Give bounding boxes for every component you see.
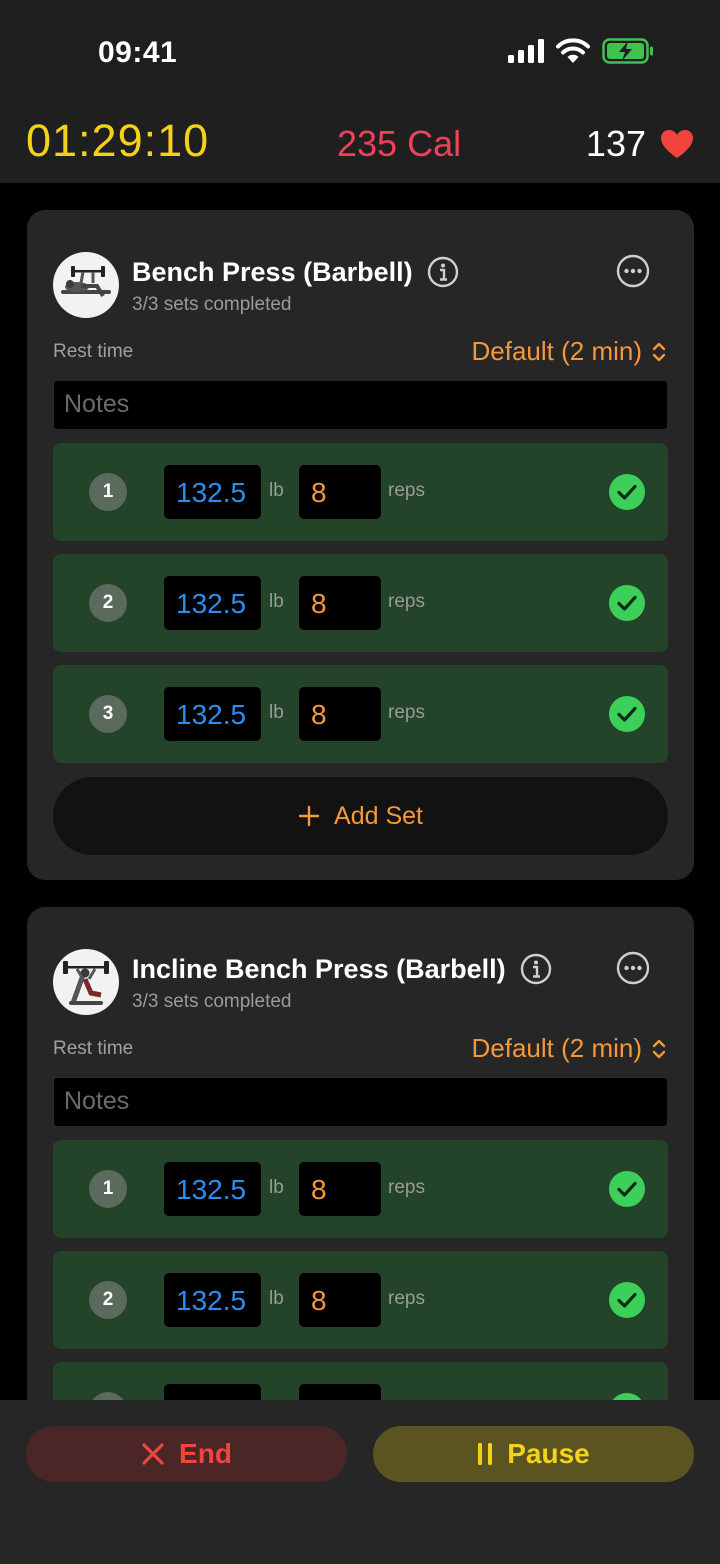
heart-rate: 137 xyxy=(586,123,694,165)
wifi-icon xyxy=(556,38,590,63)
exercise-card: Bench Press (Barbell) 3/3 sets completed… xyxy=(27,210,694,880)
reps-label: reps xyxy=(388,1177,425,1198)
incline-bench-illustration xyxy=(63,961,109,1005)
checkmark-icon[interactable] xyxy=(609,585,645,621)
set-row: 2 132.5 lb 8 reps xyxy=(53,554,668,652)
reps-input[interactable]: 8 xyxy=(299,576,381,630)
bench-press-illustration xyxy=(61,266,111,298)
chevron-up-down-icon xyxy=(652,342,666,361)
rest-time-picker[interactable]: Default (2 min) xyxy=(472,1033,667,1064)
weight-input[interactable] xyxy=(164,1384,261,1400)
plus-icon xyxy=(298,805,320,827)
reps-label: reps xyxy=(388,1288,425,1309)
exercise-title[interactable]: Bench Press (Barbell) xyxy=(132,257,413,288)
weight-unit: lb xyxy=(269,1177,284,1198)
set-number xyxy=(89,1392,127,1400)
rest-time-label: Rest time xyxy=(53,341,134,362)
signal-icon xyxy=(508,39,544,63)
set-row xyxy=(53,1362,668,1400)
end-label: End xyxy=(179,1438,232,1469)
status-time: 09:41 xyxy=(98,36,178,69)
set-row: 1 132.5 lb 8 reps xyxy=(53,1140,668,1238)
set-row: 1 132.5 lb 8 reps xyxy=(53,443,668,541)
rest-time-label: Rest time xyxy=(53,1038,134,1059)
set-row: 2 132.5 lb 8 reps xyxy=(53,1251,668,1349)
weight-input[interactable]: 132.5 xyxy=(164,687,261,741)
weight-unit: lb xyxy=(269,591,284,612)
reps-input[interactable]: 8 xyxy=(299,1273,381,1327)
calories: 235 Cal xyxy=(337,123,462,164)
status-bar: 09:41 xyxy=(0,0,720,105)
weight-input[interactable]: 132.5 xyxy=(164,1273,261,1327)
pause-label: Pause xyxy=(507,1438,590,1469)
exercise-thumbnail[interactable] xyxy=(53,252,119,318)
exercise-card: Incline Bench Press (Barbell) 3/3 sets c… xyxy=(27,907,694,1400)
set-number: 2 xyxy=(89,1281,127,1319)
notes-input[interactable]: Notes xyxy=(53,380,668,430)
set-number: 1 xyxy=(89,473,127,511)
exercise-heading: Bench Press (Barbell) 3/3 sets completed xyxy=(132,256,459,316)
exercise-title-row: Bench Press (Barbell) xyxy=(132,256,459,288)
checkmark-icon[interactable] xyxy=(609,474,645,510)
reps-input[interactable]: 8 xyxy=(299,1162,381,1216)
more-icon[interactable] xyxy=(616,951,650,985)
workout-scroll[interactable]: Bench Press (Barbell) 3/3 sets completed… xyxy=(0,183,720,1400)
reps-label: reps xyxy=(388,591,425,612)
exercise-heading: Incline Bench Press (Barbell) 3/3 sets c… xyxy=(132,953,552,1013)
exercise-title-row: Incline Bench Press (Barbell) xyxy=(132,953,552,985)
more-icon[interactable] xyxy=(616,254,650,288)
battery-charging-icon xyxy=(602,38,653,64)
reps-input[interactable] xyxy=(299,1384,381,1400)
heart-rate-value: 137 xyxy=(585,123,646,164)
reps-input[interactable]: 8 xyxy=(299,687,381,741)
elapsed-timer: 01:29:10 xyxy=(26,115,210,166)
exercise-title[interactable]: Incline Bench Press (Barbell) xyxy=(132,954,506,985)
reps-label: reps xyxy=(388,702,425,723)
pause-button[interactable]: Pause xyxy=(373,1426,694,1482)
add-set-button[interactable]: Add Set xyxy=(53,777,668,855)
set-number: 3 xyxy=(89,695,127,733)
rest-time-value: Default (2 min) xyxy=(471,336,643,366)
set-number: 2 xyxy=(89,584,127,622)
reps-label: reps xyxy=(388,480,425,501)
set-number: 1 xyxy=(89,1170,127,1208)
checkmark-icon[interactable] xyxy=(609,1171,645,1207)
checkmark-icon[interactable] xyxy=(609,1282,645,1318)
weight-unit: lb xyxy=(269,702,284,723)
pause-icon xyxy=(478,1443,493,1465)
sets-completed: 3/3 sets completed xyxy=(132,294,292,315)
info-icon[interactable] xyxy=(427,256,459,288)
weight-input[interactable]: 132.5 xyxy=(164,465,261,519)
exercise-thumbnail[interactable] xyxy=(53,949,119,1015)
sets-completed: 3/3 sets completed xyxy=(132,991,292,1012)
exercise-header: Incline Bench Press (Barbell) 3/3 sets c… xyxy=(53,949,552,1015)
exercise-header: Bench Press (Barbell) 3/3 sets completed xyxy=(53,252,459,318)
rest-time-picker[interactable]: Default (2 min) xyxy=(472,336,667,367)
end-button[interactable]: End xyxy=(26,1426,347,1482)
chevron-up-down-icon xyxy=(652,1039,666,1058)
weight-input[interactable]: 132.5 xyxy=(164,1162,261,1216)
rest-time-value: Default (2 min) xyxy=(471,1033,643,1063)
workout-stats-bar: 01:29:10 235 Cal 137 xyxy=(0,105,720,183)
notes-input[interactable]: Notes xyxy=(53,1077,668,1127)
weight-unit: lb xyxy=(269,1288,284,1309)
weight-input[interactable]: 132.5 xyxy=(164,576,261,630)
add-set-label: Add Set xyxy=(334,801,423,830)
info-icon[interactable] xyxy=(520,953,552,985)
workout-action-bar: End Pause xyxy=(0,1400,720,1564)
status-icons xyxy=(508,38,654,64)
checkmark-icon[interactable] xyxy=(609,1393,645,1400)
checkmark-icon[interactable] xyxy=(609,696,645,732)
reps-input[interactable]: 8 xyxy=(299,465,381,519)
set-row: 3 132.5 lb 8 reps xyxy=(53,665,668,763)
heart-icon xyxy=(661,130,693,158)
close-icon xyxy=(142,1443,164,1465)
weight-unit: lb xyxy=(269,480,284,501)
